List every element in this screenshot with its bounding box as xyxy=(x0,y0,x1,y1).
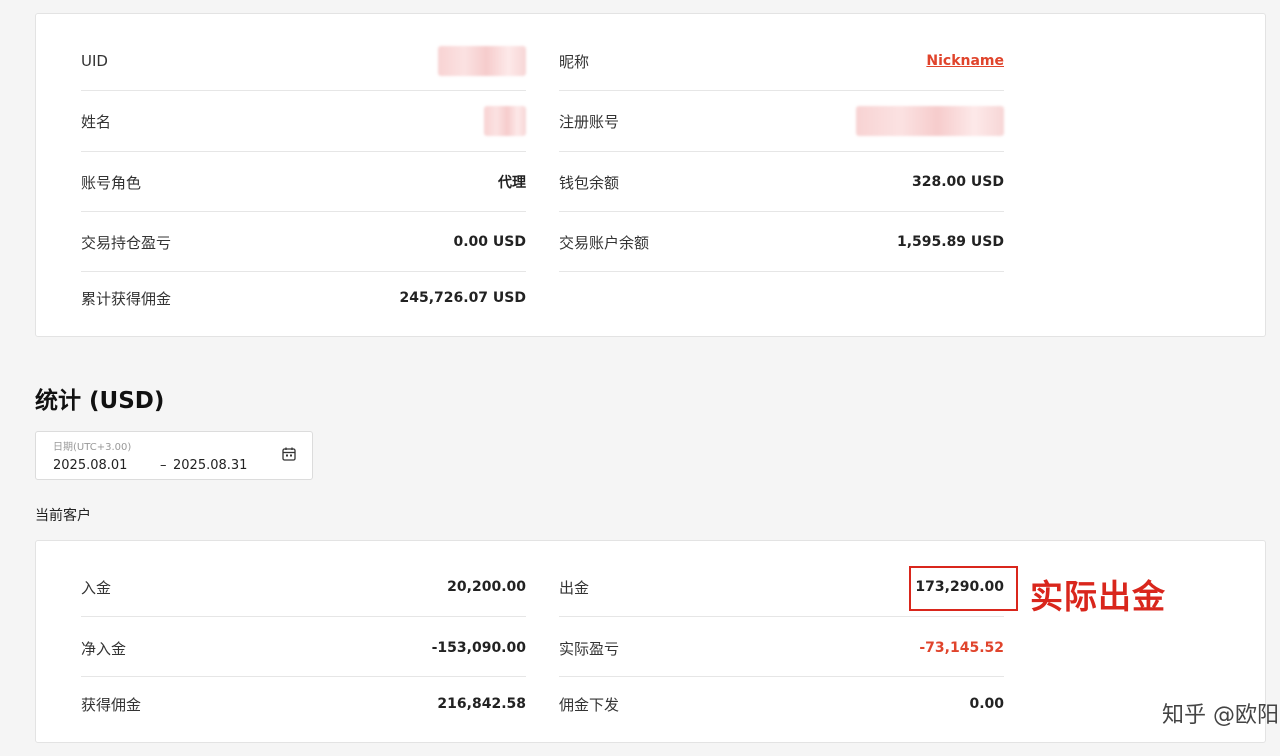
role-value: 代理 xyxy=(498,175,526,191)
earned-commission-label: 获得佣金 xyxy=(81,695,142,714)
trading-balance-label: 交易账户余额 xyxy=(559,233,650,252)
uid-row: UID xyxy=(81,46,526,76)
deposit-row: 入金 20,200.00 xyxy=(81,574,526,600)
actual-pnl-label: 实际盈亏 xyxy=(559,639,620,658)
actual-withdraw-annotation: 实际出金 xyxy=(1030,577,1166,616)
divider xyxy=(81,90,526,91)
nickname-label: 昵称 xyxy=(559,52,590,71)
wallet-balance-value: 328.00 USD xyxy=(912,174,1004,190)
withdraw-label: 出金 xyxy=(559,578,590,597)
registered-account-value-blurred xyxy=(856,106,1004,136)
divider xyxy=(81,676,526,677)
total-commission-value: 245,726.07 USD xyxy=(399,290,526,306)
commission-paid-value: 0.00 xyxy=(969,696,1004,712)
date-range-picker[interactable]: 日期(UTC+3.00) 2025.08.01 – 2025.08.31 xyxy=(35,431,313,480)
wallet-balance-row: 钱包余额 328.00 USD xyxy=(559,169,1004,195)
deposit-label: 入金 xyxy=(81,578,112,597)
date-range-label: 日期(UTC+3.00) xyxy=(53,442,132,453)
page: UID 昵称 Nickname 姓名 注册账号 账号角色 代理 钱包余额 328… xyxy=(0,0,1280,756)
total-commission-row: 累计获得佣金 245,726.07 USD xyxy=(81,285,526,311)
trading-balance-value: 1,595.89 USD xyxy=(896,234,1004,250)
name-value-blurred xyxy=(484,106,526,136)
divider xyxy=(559,90,1004,91)
earned-commission-row: 获得佣金 216,842.58 xyxy=(81,691,526,717)
uid-value-blurred xyxy=(438,46,526,76)
divider xyxy=(559,271,1004,272)
nickname-link[interactable]: Nickname xyxy=(926,53,1004,69)
name-label: 姓名 xyxy=(81,112,112,131)
name-row: 姓名 xyxy=(81,106,526,136)
date-start-value[interactable]: 2025.08.01 xyxy=(53,458,127,473)
deposit-value: 20,200.00 xyxy=(447,579,526,595)
commission-paid-row: 佣金下发 0.00 xyxy=(559,691,1004,717)
account-info-card: UID 昵称 Nickname 姓名 注册账号 账号角色 代理 钱包余额 328… xyxy=(35,13,1266,337)
divider xyxy=(81,151,526,152)
net-deposit-row: 净入金 -153,090.00 xyxy=(81,635,526,661)
divider xyxy=(559,676,1004,677)
actual-pnl-value: -73,145.52 xyxy=(919,640,1004,656)
divider xyxy=(81,616,526,617)
net-deposit-value: -153,090.00 xyxy=(431,640,526,656)
current-clients-subtitle: 当前客户 xyxy=(35,508,91,524)
role-label: 账号角色 xyxy=(81,173,142,192)
date-end-value[interactable]: 2025.08.31 xyxy=(173,458,247,473)
statistics-title: 统计 (USD) xyxy=(35,388,165,414)
divider xyxy=(559,151,1004,152)
trading-balance-row: 交易账户余额 1,595.89 USD xyxy=(559,229,1004,255)
actual-pnl-row: 实际盈亏 -73,145.52 xyxy=(559,635,1004,661)
divider xyxy=(81,271,526,272)
date-separator: – xyxy=(160,458,167,473)
divider xyxy=(559,616,1004,617)
withdraw-highlight-box xyxy=(909,566,1018,611)
uid-label: UID xyxy=(81,52,108,70)
role-row: 账号角色 代理 xyxy=(81,169,526,195)
registered-account-label: 注册账号 xyxy=(559,112,620,131)
calendar-icon[interactable] xyxy=(281,446,297,462)
position-pnl-value: 0.00 USD xyxy=(453,234,527,250)
total-commission-label: 累计获得佣金 xyxy=(81,289,172,308)
nickname-row: 昵称 Nickname xyxy=(559,48,1004,74)
registered-account-row: 注册账号 xyxy=(559,106,1004,136)
commission-paid-label: 佣金下发 xyxy=(559,695,620,714)
divider xyxy=(559,211,1004,212)
wallet-balance-label: 钱包余额 xyxy=(559,173,620,192)
position-pnl-row: 交易持仓盈亏 0.00 USD xyxy=(81,229,526,255)
watermark: 知乎 @欧阳 xyxy=(1162,703,1279,728)
earned-commission-value: 216,842.58 xyxy=(437,696,526,712)
position-pnl-label: 交易持仓盈亏 xyxy=(81,233,172,252)
divider xyxy=(81,211,526,212)
net-deposit-label: 净入金 xyxy=(81,639,127,658)
